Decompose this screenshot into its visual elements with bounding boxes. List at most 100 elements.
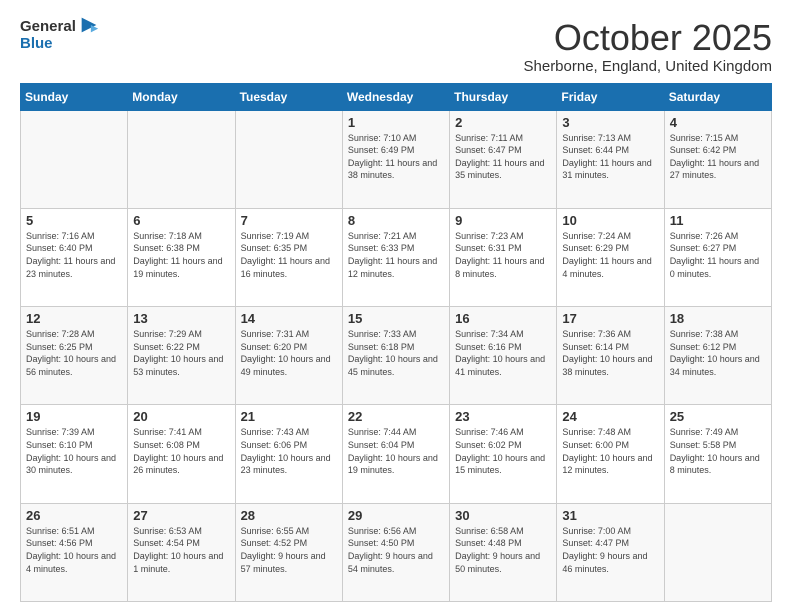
table-cell: 18Sunrise: 7:38 AM Sunset: 6:12 PM Dayli…: [664, 307, 771, 405]
day-number: 10: [562, 213, 658, 228]
day-info: Sunrise: 7:18 AM Sunset: 6:38 PM Dayligh…: [133, 230, 229, 280]
day-info: Sunrise: 7:26 AM Sunset: 6:27 PM Dayligh…: [670, 230, 766, 280]
table-cell: 30Sunrise: 6:58 AM Sunset: 4:48 PM Dayli…: [450, 503, 557, 601]
day-number: 20: [133, 409, 229, 424]
title-block: October 2025 Sherborne, England, United …: [524, 18, 773, 75]
subtitle: Sherborne, England, United Kingdom: [524, 58, 773, 75]
day-info: Sunrise: 7:48 AM Sunset: 6:00 PM Dayligh…: [562, 426, 658, 476]
day-number: 27: [133, 508, 229, 523]
day-info: Sunrise: 7:34 AM Sunset: 6:16 PM Dayligh…: [455, 328, 551, 378]
table-cell: 2Sunrise: 7:11 AM Sunset: 6:47 PM Daylig…: [450, 110, 557, 208]
calendar: Sunday Monday Tuesday Wednesday Thursday…: [20, 83, 772, 602]
day-info: Sunrise: 7:28 AM Sunset: 6:25 PM Dayligh…: [26, 328, 122, 378]
table-cell: 11Sunrise: 7:26 AM Sunset: 6:27 PM Dayli…: [664, 208, 771, 306]
day-number: 8: [348, 213, 444, 228]
day-number: 1: [348, 115, 444, 130]
table-cell: [21, 110, 128, 208]
table-cell: 17 Sunrise: 7:36 AM Sunset: 6:14 PM Dayli…: [557, 307, 664, 405]
day-number: 4: [670, 115, 766, 130]
day-info: Sunrise: 7:15 AM Sunset: 6:42 PM Dayligh…: [670, 132, 766, 182]
day-number: 25: [670, 409, 766, 424]
day-info: Sunrise: 7:13 AM Sunset: 6:44 PM Dayligh…: [562, 132, 658, 182]
table-cell: [664, 503, 771, 601]
day-number: 17: [562, 311, 658, 326]
day-info: Sunrise: 6:56 AM Sunset: 4:50 PM Dayligh…: [348, 525, 444, 575]
logo-general: General: [20, 19, 76, 36]
table-cell: 26 Sunrise: 6:51 AM Sunset: 4:56 PM Dayli…: [21, 503, 128, 601]
page: General Blue October 2025 Sherborne, Eng…: [0, 0, 792, 612]
day-number: 14: [241, 311, 337, 326]
day-number: 7: [241, 213, 337, 228]
day-number: 21: [241, 409, 337, 424]
header-friday: Friday: [557, 83, 664, 110]
day-number: 28: [241, 508, 337, 523]
table-cell: 27 Sunrise: 6:53 AM Sunset: 4:54 PM Dayli…: [128, 503, 235, 601]
table-cell: 14 Sunrise: 7:31 AM Sunset: 6:20 PM Dayli…: [235, 307, 342, 405]
table-cell: 12 Sunrise: 7:28 AM Sunset: 6:25 PM Dayli…: [21, 307, 128, 405]
day-info: Sunrise: 7:24 AM Sunset: 6:29 PM Dayligh…: [562, 230, 658, 280]
table-cell: 20 Sunrise: 7:41 AM Sunset: 6:08 PM Dayli…: [128, 405, 235, 503]
day-number: 23: [455, 409, 551, 424]
day-info: Sunrise: 7:29 AM Sunset: 6:22 PM Dayligh…: [133, 328, 229, 378]
week-row-4: 19 Sunrise: 7:39 AM Sunset: 6:10 PM Dayli…: [21, 405, 772, 503]
day-number: 22: [348, 409, 444, 424]
logo-blue: Blue: [20, 36, 100, 53]
table-cell: 21Sunrise: 7:43 AM Sunset: 6:06 PM Dayli…: [235, 405, 342, 503]
table-cell: [235, 110, 342, 208]
week-row-5: 26 Sunrise: 6:51 AM Sunset: 4:56 PM Dayli…: [21, 503, 772, 601]
day-info: Sunrise: 7:31 AM Sunset: 6:20 PM Dayligh…: [241, 328, 337, 378]
day-number: 29: [348, 508, 444, 523]
header-saturday: Saturday: [664, 83, 771, 110]
table-cell: [128, 110, 235, 208]
day-number: 6: [133, 213, 229, 228]
day-number: 12: [26, 311, 122, 326]
table-cell: 29 Sunrise: 6:56 AM Sunset: 4:50 PM Dayli…: [342, 503, 449, 601]
day-info: Sunrise: 7:19 AM Sunset: 6:35 PM Dayligh…: [241, 230, 337, 280]
day-info: Sunrise: 7:10 AM Sunset: 6:49 PM Dayligh…: [348, 132, 444, 182]
day-info: Sunrise: 7:00 AM Sunset: 4:47 PM Dayligh…: [562, 525, 658, 575]
day-info: Sunrise: 7:39 AM Sunset: 6:10 PM Dayligh…: [26, 426, 122, 476]
table-cell: 16 Sunrise: 7:34 AM Sunset: 6:16 PM Dayli…: [450, 307, 557, 405]
table-cell: 10 Sunrise: 7:24 AM Sunset: 6:29 PM Dayli…: [557, 208, 664, 306]
header-monday: Monday: [128, 83, 235, 110]
table-cell: 19 Sunrise: 7:39 AM Sunset: 6:10 PM Dayli…: [21, 405, 128, 503]
day-info: Sunrise: 7:41 AM Sunset: 6:08 PM Dayligh…: [133, 426, 229, 476]
week-row-1: 1 Sunrise: 7:10 AM Sunset: 6:49 PM Daylig…: [21, 110, 772, 208]
header-thursday: Thursday: [450, 83, 557, 110]
table-cell: 28 Sunrise: 6:55 AM Sunset: 4:52 PM Dayli…: [235, 503, 342, 601]
logo-icon: [78, 14, 100, 36]
table-cell: 15Sunrise: 7:33 AM Sunset: 6:18 PM Dayli…: [342, 307, 449, 405]
table-cell: 7 Sunrise: 7:19 AM Sunset: 6:35 PM Daylig…: [235, 208, 342, 306]
table-cell: 8 Sunrise: 7:21 AM Sunset: 6:33 PM Daylig…: [342, 208, 449, 306]
day-number: 3: [562, 115, 658, 130]
table-cell: 3 Sunrise: 7:13 AM Sunset: 6:44 PM Daylig…: [557, 110, 664, 208]
day-info: Sunrise: 6:51 AM Sunset: 4:56 PM Dayligh…: [26, 525, 122, 575]
day-info: Sunrise: 7:33 AM Sunset: 6:18 PM Dayligh…: [348, 328, 444, 378]
day-number: 26: [26, 508, 122, 523]
day-info: Sunrise: 7:36 AM Sunset: 6:14 PM Dayligh…: [562, 328, 658, 378]
month-title: October 2025: [524, 18, 773, 58]
day-info: Sunrise: 7:23 AM Sunset: 6:31 PM Dayligh…: [455, 230, 551, 280]
table-cell: 5 Sunrise: 7:16 AM Sunset: 6:40 PM Daylig…: [21, 208, 128, 306]
day-info: Sunrise: 6:55 AM Sunset: 4:52 PM Dayligh…: [241, 525, 337, 575]
day-info: Sunrise: 7:44 AM Sunset: 6:04 PM Dayligh…: [348, 426, 444, 476]
table-cell: 6 Sunrise: 7:18 AM Sunset: 6:38 PM Daylig…: [128, 208, 235, 306]
day-info: Sunrise: 6:58 AM Sunset: 4:48 PM Dayligh…: [455, 525, 551, 575]
table-cell: 9 Sunrise: 7:23 AM Sunset: 6:31 PM Daylig…: [450, 208, 557, 306]
day-number: 31: [562, 508, 658, 523]
day-info: Sunrise: 7:11 AM Sunset: 6:47 PM Dayligh…: [455, 132, 551, 182]
table-cell: 4 Sunrise: 7:15 AM Sunset: 6:42 PM Daylig…: [664, 110, 771, 208]
day-number: 13: [133, 311, 229, 326]
day-number: 9: [455, 213, 551, 228]
day-number: 5: [26, 213, 122, 228]
day-number: 24: [562, 409, 658, 424]
day-info: Sunrise: 6:53 AM Sunset: 4:54 PM Dayligh…: [133, 525, 229, 575]
weekday-header-row: Sunday Monday Tuesday Wednesday Thursday…: [21, 83, 772, 110]
day-number: 16: [455, 311, 551, 326]
day-info: Sunrise: 7:21 AM Sunset: 6:33 PM Dayligh…: [348, 230, 444, 280]
day-info: Sunrise: 7:16 AM Sunset: 6:40 PM Dayligh…: [26, 230, 122, 280]
logo: General Blue: [20, 18, 100, 53]
day-number: 19: [26, 409, 122, 424]
week-row-3: 12 Sunrise: 7:28 AM Sunset: 6:25 PM Dayli…: [21, 307, 772, 405]
header-wednesday: Wednesday: [342, 83, 449, 110]
